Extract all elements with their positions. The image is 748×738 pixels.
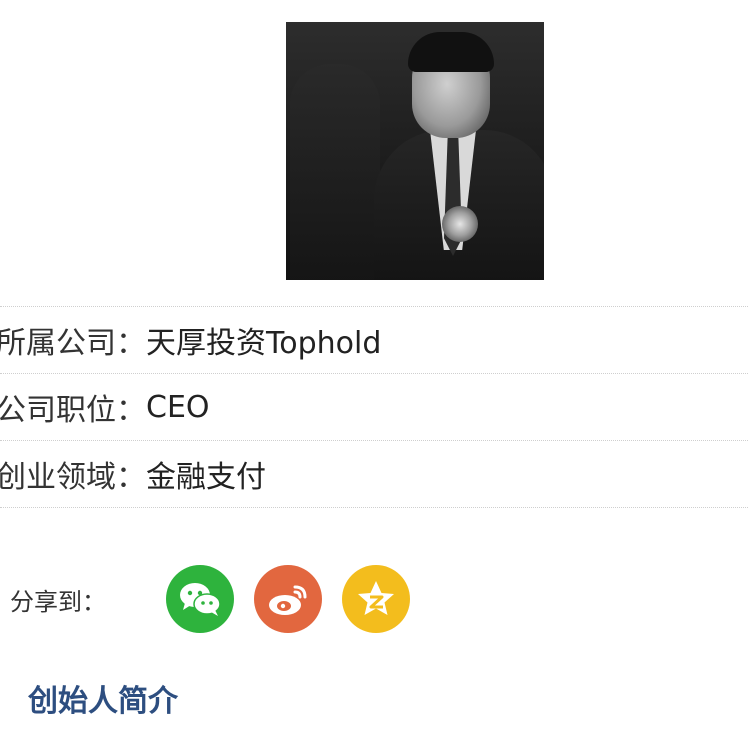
- position-row: 公司职位： CEO: [0, 374, 748, 441]
- share-label: 分享到：: [10, 587, 106, 616]
- share-wechat-button[interactable]: [166, 565, 234, 633]
- founder-photo: [286, 22, 544, 280]
- share-bar: 分享到：: [0, 565, 748, 633]
- hair: [408, 32, 494, 72]
- company-row: 所属公司： 天厚投资Tophold: [0, 307, 748, 374]
- company-value: 天厚投资Tophold: [146, 326, 382, 361]
- profile-info: 所属公司： 天厚投资Tophold 公司职位： CEO 创业领域： 金融支付: [0, 306, 748, 508]
- share-weibo-button[interactable]: [254, 565, 322, 633]
- field-row: 创业领域： 金融支付: [0, 441, 748, 508]
- field-value: 金融支付: [146, 460, 266, 495]
- position-value: CEO: [146, 389, 210, 425]
- qzone-icon: [358, 581, 394, 615]
- company-label: 所属公司：: [0, 326, 146, 361]
- boutonniere: [442, 206, 478, 242]
- wechat-icon: [180, 583, 221, 616]
- field-label: 创业领域：: [0, 460, 146, 495]
- weibo-icon: [269, 585, 307, 615]
- background-person: [290, 64, 380, 280]
- share-qzone-button[interactable]: [342, 565, 410, 633]
- founder-intro-title: 创始人简介: [28, 684, 178, 719]
- position-label: 公司职位：: [0, 393, 146, 428]
